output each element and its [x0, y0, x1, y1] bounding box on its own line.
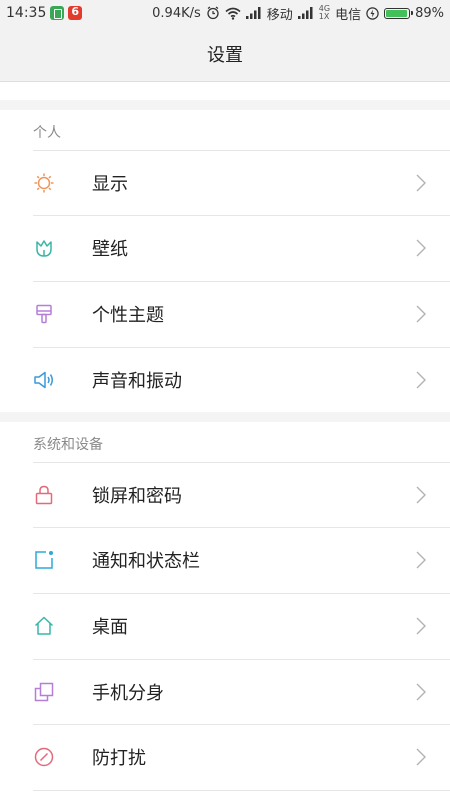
- settings-item-sound[interactable]: 声音和振动: [0, 347, 450, 412]
- divider: [33, 527, 450, 528]
- section-gap: [0, 100, 450, 110]
- chevron-right-icon: [416, 174, 426, 191]
- wifi-icon: [225, 7, 241, 20]
- chevron-right-icon: [416, 551, 426, 568]
- paintbrush-icon: [36, 304, 52, 323]
- settings-item-notifications[interactable]: 通知和状态栏: [0, 527, 450, 592]
- tulip-icon: [36, 239, 52, 257]
- app-notification-icon: [50, 6, 65, 20]
- carrier-1: 移动: [266, 7, 293, 23]
- section-gap: [0, 412, 450, 422]
- chevron-right-icon: [416, 305, 426, 322]
- settings-item-do-not-disturb[interactable]: 防打扰: [0, 724, 450, 789]
- settings-item-label: 声音和振动: [92, 370, 182, 392]
- settings-item-themes[interactable]: 个性主题: [0, 281, 450, 346]
- settings-item-label: 显示: [92, 173, 128, 195]
- settings-item-label: 桌面: [92, 616, 128, 638]
- battery-percent: 89%: [415, 5, 444, 21]
- divider: [33, 790, 450, 791]
- chevron-right-icon: [416, 239, 426, 256]
- chevron-right-icon: [416, 486, 426, 503]
- network-type: 4G 1X: [318, 4, 331, 21]
- settings-item-label: 防打扰: [92, 747, 146, 769]
- speaker-icon: [34, 371, 53, 388]
- notification-icon: [35, 550, 53, 569]
- signal-icon: [245, 7, 261, 19]
- divider: [33, 215, 450, 216]
- signal-icon: [297, 7, 313, 19]
- status-time: 14:35: [6, 5, 47, 21]
- divider: [33, 347, 450, 348]
- settings-item-label: 锁屏和密码: [92, 485, 182, 507]
- settings-item-lock-screen[interactable]: 锁屏和密码: [0, 462, 450, 527]
- divider: [33, 593, 450, 594]
- title-bar: 设置: [0, 26, 450, 82]
- section-header-system: 系统和设备: [33, 437, 103, 453]
- charging-icon: [366, 6, 379, 20]
- divider: [33, 724, 450, 725]
- settings-item-home-screen[interactable]: 桌面: [0, 593, 450, 658]
- settings-item-label: 通知和状态栏: [92, 550, 200, 572]
- network-speed: 0.94K/s: [152, 5, 201, 21]
- dual-space-icon: [34, 682, 54, 701]
- section-header-personal: 个人: [33, 125, 61, 141]
- status-bar: 14:35 0.94K/s 移动 4G: [0, 0, 450, 26]
- settings-item-label: 壁纸: [92, 238, 128, 260]
- chevron-right-icon: [416, 748, 426, 765]
- battery-icon: [384, 7, 414, 19]
- page-title: 设置: [207, 44, 243, 66]
- chevron-right-icon: [416, 683, 426, 700]
- home-icon: [34, 616, 54, 635]
- sun-icon: [34, 173, 54, 192]
- chevron-right-icon: [416, 371, 426, 388]
- settings-item-label: 个性主题: [92, 304, 164, 326]
- settings-item-wallpaper[interactable]: 壁纸: [0, 215, 450, 280]
- settings-item-display[interactable]: 显示: [0, 150, 450, 215]
- divider: [33, 281, 450, 282]
- carrier-2: 电信: [335, 7, 362, 23]
- settings-item-label: 手机分身: [92, 682, 164, 704]
- chevron-right-icon: [416, 617, 426, 634]
- settings-item-dual-space[interactable]: 手机分身: [0, 659, 450, 724]
- divider: [33, 659, 450, 660]
- divider: [33, 150, 450, 151]
- divider: [33, 462, 450, 463]
- app-notification-icon: [68, 5, 83, 20]
- lock-icon: [35, 485, 53, 504]
- alarm-icon: [207, 6, 219, 20]
- do-not-disturb-icon: [34, 747, 54, 766]
